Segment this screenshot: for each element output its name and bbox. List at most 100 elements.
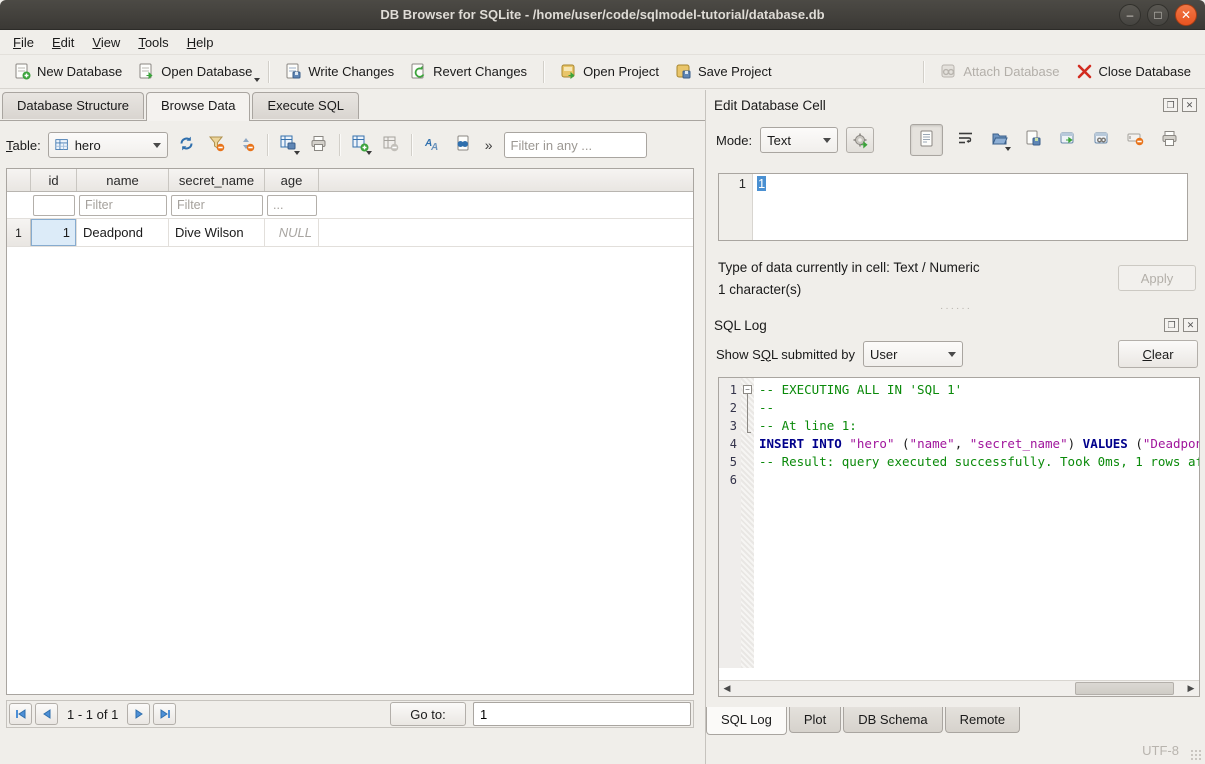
row-header[interactable]: 1: [7, 219, 31, 246]
close-icon[interactable]: ✕: [1183, 318, 1198, 332]
dock-splitter[interactable]: ······: [706, 305, 1205, 313]
goto-input[interactable]: [473, 702, 691, 726]
tab-sql-log[interactable]: SQL Log: [706, 707, 787, 735]
tab-browse-data[interactable]: Browse Data: [146, 92, 250, 121]
mode-selector[interactable]: Text: [760, 127, 838, 153]
column-header-name[interactable]: name: [77, 169, 169, 191]
filter-input-secret-name[interactable]: [171, 195, 263, 216]
clear-filters-button[interactable]: [205, 133, 228, 157]
open-in-external-button[interactable]: [1056, 127, 1079, 153]
chevron-down-icon: [948, 352, 956, 357]
tab-execute-sql[interactable]: Execute SQL: [252, 92, 359, 119]
next-record-icon: [133, 708, 145, 720]
clear-log-button[interactable]: Clear: [1118, 340, 1198, 368]
sql-log-code[interactable]: -- EXECUTING ALL IN 'SQL 1'---- At line …: [754, 378, 1199, 668]
filter-input-name[interactable]: [79, 195, 167, 216]
chevron-down-icon: [823, 138, 831, 143]
new-database-button[interactable]: New Database: [6, 59, 130, 84]
table-selector[interactable]: hero: [48, 132, 168, 158]
close-database-button[interactable]: Close Database: [1068, 59, 1200, 84]
export-table-button[interactable]: [277, 133, 300, 157]
tab-db-schema[interactable]: DB Schema: [843, 707, 942, 733]
menu-file[interactable]: File: [4, 33, 43, 52]
right-dock-area: Edit Database Cell ❐ ✕ Mode: Text: [705, 90, 1205, 764]
titlebar[interactable]: DB Browser for SQLite - /home/user/code/…: [0, 0, 1205, 30]
table-row: 1 1 Deadpond Dive Wilson NULL: [7, 219, 693, 247]
tab-database-structure[interactable]: Database Structure: [2, 92, 144, 119]
auto-switch-mode-button[interactable]: [846, 127, 874, 153]
save-project-icon: [675, 63, 692, 80]
cell-name[interactable]: Deadpond: [77, 219, 169, 246]
float-icon[interactable]: ❐: [1164, 318, 1179, 332]
set-null-button[interactable]: [1124, 127, 1147, 153]
record-navigation-bar: 1 - 1 of 1 Go to:: [6, 700, 694, 728]
chevron-down-icon: [153, 143, 161, 148]
print-cell-button[interactable]: [1158, 127, 1181, 153]
char-count-label: 1 character(s): [718, 279, 1118, 301]
sql-log-title: SQL Log: [714, 318, 1160, 333]
write-changes-button[interactable]: Write Changes: [277, 59, 402, 84]
open-database-button[interactable]: Open Database: [130, 59, 260, 84]
scroll-right-icon[interactable]: ▶: [1183, 681, 1199, 696]
toolbar-overflow-chevron[interactable]: »: [481, 137, 497, 153]
scrollbar-thumb[interactable]: [1075, 682, 1174, 695]
insert-record-button[interactable]: [349, 133, 372, 157]
document-icon: [918, 130, 935, 147]
tab-remote[interactable]: Remote: [945, 707, 1021, 733]
clear-sorting-button[interactable]: [235, 133, 258, 157]
data-grid: id name secret_name age 1 1 Deadpond Div…: [6, 168, 694, 695]
sql-log-hscrollbar[interactable]: ◀ ▶: [719, 680, 1199, 696]
close-button[interactable]: ✕: [1175, 4, 1197, 26]
submitted-by-selector[interactable]: User: [863, 341, 963, 367]
save-project-button[interactable]: Save Project: [667, 59, 780, 84]
export-to-file-button[interactable]: [1022, 127, 1045, 153]
open-external-icon: [1059, 130, 1076, 147]
cell-editor-content[interactable]: 1: [753, 174, 766, 240]
open-project-button[interactable]: Open Project: [552, 59, 667, 84]
cell-id[interactable]: 1: [31, 219, 77, 246]
filter-input-age[interactable]: [267, 195, 317, 216]
first-record-button[interactable]: [9, 703, 32, 725]
filter-any-column-input[interactable]: [504, 132, 647, 158]
column-header-secret-name[interactable]: secret_name: [169, 169, 265, 191]
scroll-left-icon[interactable]: ◀: [719, 681, 735, 696]
delete-record-button[interactable]: [379, 133, 402, 157]
word-wrap-button[interactable]: [954, 127, 977, 153]
refresh-button[interactable]: [175, 133, 198, 157]
show-sql-label: Show SQL submitted by: [716, 347, 855, 362]
goto-button[interactable]: Go to:: [390, 702, 466, 726]
column-header-id[interactable]: id: [31, 169, 77, 191]
column-header-age[interactable]: age: [265, 169, 319, 191]
text-mode-button[interactable]: [910, 124, 943, 156]
last-record-button[interactable]: [153, 703, 176, 725]
next-record-button[interactable]: [127, 703, 150, 725]
menu-help[interactable]: Help: [178, 33, 223, 52]
find-in-table-button[interactable]: [451, 133, 474, 157]
sql-log-view[interactable]: 123456 − -- EXECUTING ALL IN 'SQL 1'----…: [718, 377, 1200, 697]
grid-header-row: id name secret_name age: [7, 169, 693, 192]
export-table-icon: [280, 135, 297, 152]
import-from-file-button[interactable]: [988, 127, 1011, 153]
resize-grip[interactable]: [1190, 749, 1202, 761]
menu-edit[interactable]: Edit: [43, 33, 83, 52]
maximize-button[interactable]: □: [1147, 4, 1169, 26]
apply-button[interactable]: Apply: [1118, 265, 1196, 291]
float-icon[interactable]: ❐: [1163, 98, 1178, 112]
revert-changes-button[interactable]: Revert Changes: [402, 59, 535, 84]
tab-plot[interactable]: Plot: [789, 707, 841, 733]
cell-secret-name[interactable]: Dive Wilson: [169, 219, 265, 246]
print-button[interactable]: [307, 133, 330, 157]
toolbar-separator: [923, 61, 924, 83]
previous-record-button[interactable]: [35, 703, 58, 725]
copy-link-button[interactable]: [1090, 127, 1113, 153]
format-toggle-button[interactable]: AA: [421, 133, 444, 157]
cell-editor[interactable]: 1 1: [718, 173, 1188, 241]
menu-view[interactable]: View: [83, 33, 129, 52]
minimize-button[interactable]: –: [1119, 4, 1141, 26]
open-database-dropdown-caret[interactable]: [254, 78, 260, 82]
cell-age[interactable]: NULL: [265, 219, 319, 246]
filter-input-id[interactable]: [33, 195, 75, 216]
close-icon[interactable]: ✕: [1182, 98, 1197, 112]
menu-tools[interactable]: Tools: [129, 33, 177, 52]
fold-collapse-icon[interactable]: −: [743, 385, 752, 394]
